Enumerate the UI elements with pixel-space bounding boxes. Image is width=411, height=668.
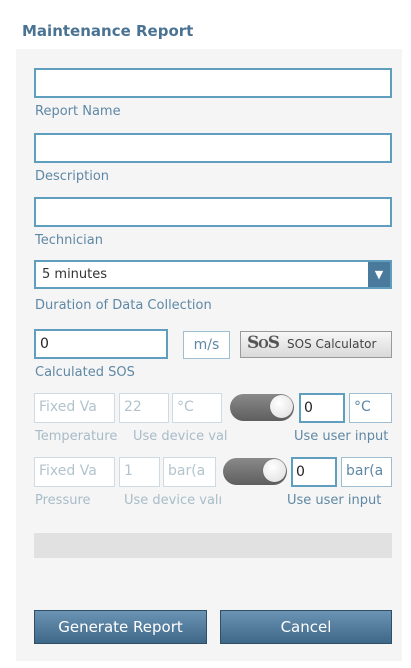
technician-label: Technician xyxy=(35,233,103,248)
generate-report-button[interactable]: Generate Report xyxy=(34,610,207,644)
duration-label: Duration of Data Collection xyxy=(35,298,212,313)
pressure-label: Pressure xyxy=(35,493,91,508)
progress-bar xyxy=(34,533,392,558)
pressure-user-caption: Use user input xyxy=(287,493,382,508)
report-name-input[interactable] xyxy=(34,68,392,98)
temperature-user-input[interactable]: 0 xyxy=(299,393,345,423)
pressure-toggle-knob xyxy=(263,459,286,482)
temperature-device-field: Fixed Va xyxy=(34,393,115,423)
temperature-user-unit: °C xyxy=(349,393,392,423)
pressure-device-field: Fixed Va xyxy=(34,457,115,487)
sos-label: Calculated SOS xyxy=(35,365,135,380)
temperature-device-caption: Use device valı xyxy=(133,429,228,444)
temperature-toggle-knob xyxy=(270,395,293,418)
temperature-toggle[interactable] xyxy=(230,394,294,421)
sos-calculator-button[interactable]: SOS SOS Calculator xyxy=(240,331,392,358)
pressure-user-unit: bar(a xyxy=(341,457,392,487)
temperature-user-caption: Use user input xyxy=(294,429,389,444)
temperature-label: Temperature xyxy=(35,429,118,444)
temperature-device-unit: °C xyxy=(172,393,222,423)
technician-input[interactable] xyxy=(34,197,392,227)
temperature-device-value: 22 xyxy=(119,393,169,423)
description-label: Description xyxy=(35,169,110,184)
chevron-down-icon[interactable]: ▼ xyxy=(368,262,390,287)
pressure-device-caption: Use device valı xyxy=(124,493,221,508)
duration-select[interactable]: 5 minutes ▼ xyxy=(34,260,392,289)
pressure-device-unit: bar(a xyxy=(163,457,216,487)
sos-input[interactable]: 0 xyxy=(34,329,168,359)
sos-unit: m/s xyxy=(183,331,230,359)
report-name-label: Report Name xyxy=(35,104,121,119)
maintenance-report-dialog: Maintenance Report Report Name Descripti… xyxy=(0,0,411,668)
cancel-button[interactable]: Cancel xyxy=(220,610,392,644)
pressure-user-input[interactable]: 0 xyxy=(291,457,337,487)
pressure-device-value: 1 xyxy=(119,457,160,487)
description-input[interactable] xyxy=(34,133,392,163)
pressure-toggle[interactable] xyxy=(223,458,287,485)
duration-selected-value: 5 minutes xyxy=(42,267,108,282)
sos-calculator-label: SOS Calculator xyxy=(287,337,377,351)
sos-logo-icon: SOS xyxy=(247,333,280,353)
page-title: Maintenance Report xyxy=(22,22,194,40)
